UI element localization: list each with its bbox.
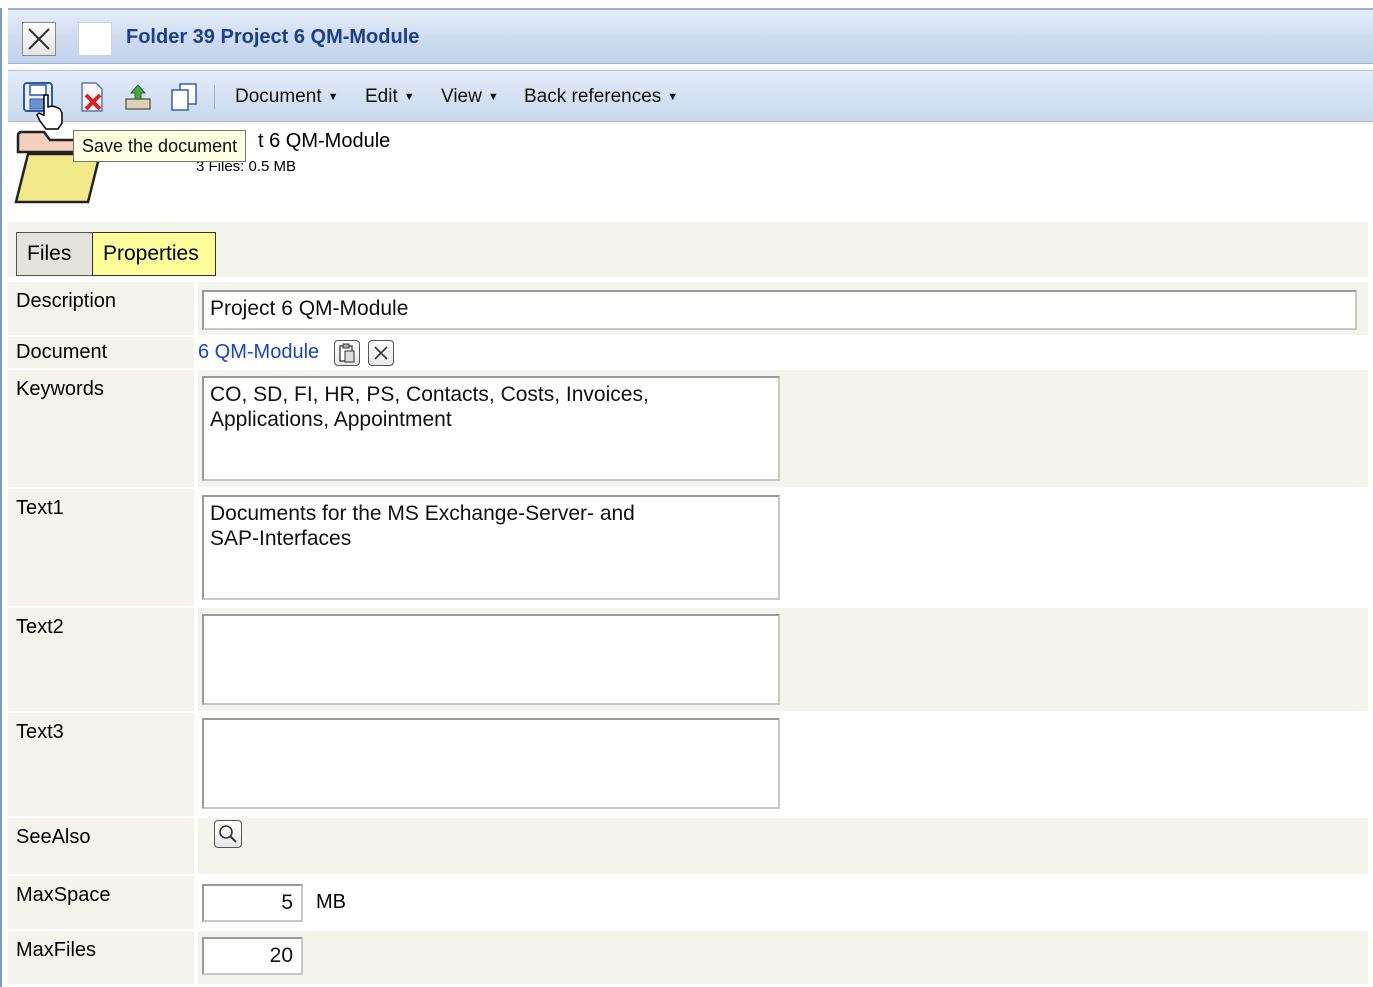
description-label: Description xyxy=(8,282,194,335)
document-link[interactable]: 6 QM-Module xyxy=(198,341,319,364)
toolbar: Document ▼ Edit ▼ View ▼ Back references ▼ xyxy=(8,70,1373,130)
menu-view[interactable]: View ▼ xyxy=(441,86,499,108)
maxfiles-label: MaxFiles xyxy=(8,931,194,984)
document-label: Document xyxy=(8,337,194,368)
text1-textarea[interactable]: Documents for the MS Exchange-Server- an… xyxy=(202,495,780,600)
tab-properties[interactable]: Properties xyxy=(92,232,216,276)
toolbar-separator xyxy=(214,85,215,109)
export-icon xyxy=(125,84,151,110)
hand-cursor-icon xyxy=(36,94,63,130)
document-row: Document 6 QM-Module xyxy=(8,337,1368,368)
text2-textarea[interactable] xyxy=(202,614,780,705)
description-input[interactable]: Project 6 QM-Module xyxy=(202,290,1357,330)
title-bar: Folder 39 Project 6 QM-Module xyxy=(8,8,1373,64)
checkbox[interactable] xyxy=(78,22,112,56)
menu-edit[interactable]: Edit ▼ xyxy=(365,86,415,108)
text1-row: Text1 Documents for the MS Exchange-Serv… xyxy=(8,489,1368,606)
search-icon xyxy=(219,825,237,843)
seealso-row: SeeAlso xyxy=(8,818,1368,874)
maxfiles-input[interactable]: 20 xyxy=(202,937,303,975)
menu-edit-label: Edit xyxy=(365,86,398,107)
text2-row: Text2 xyxy=(8,608,1368,711)
seealso-search-button[interactable] xyxy=(214,820,242,848)
chevron-down-icon: ▼ xyxy=(487,91,499,103)
close-icon xyxy=(374,346,388,360)
clipboard-icon xyxy=(339,343,355,363)
delete-button[interactable] xyxy=(76,81,108,113)
maxspace-row: MaxSpace 5 MB xyxy=(8,876,1368,929)
close-icon xyxy=(28,28,50,50)
text3-textarea[interactable] xyxy=(202,718,780,809)
keywords-textarea[interactable]: CO, SD, FI, HR, PS, Contacts, Costs, Inv… xyxy=(202,376,780,481)
document-remove-button[interactable] xyxy=(368,340,394,366)
chevron-down-icon: ▼ xyxy=(403,91,415,103)
keywords-row: Keywords CO, SD, FI, HR, PS, Contacts, C… xyxy=(8,370,1368,487)
text2-label: Text2 xyxy=(8,608,194,711)
menu-view-label: View xyxy=(441,86,482,107)
seealso-cell xyxy=(198,818,1368,874)
folder-name: t 6 QM-Module xyxy=(258,130,391,152)
export-button[interactable] xyxy=(122,81,154,113)
delete-icon xyxy=(81,82,103,112)
menu-document[interactable]: Document ▼ xyxy=(235,86,339,108)
chevron-down-icon: ▼ xyxy=(667,91,679,103)
text3-label: Text3 xyxy=(8,713,194,816)
save-tooltip: Save the document xyxy=(73,130,247,162)
text3-row: Text3 xyxy=(8,713,1368,816)
menu-document-label: Document xyxy=(235,86,322,107)
window-left-border xyxy=(0,8,2,987)
tab-files[interactable]: Files xyxy=(16,232,96,276)
tab-bar: Files Properties xyxy=(8,222,1368,277)
maxspace-unit: MB xyxy=(316,891,346,913)
maxfiles-cell xyxy=(198,931,1368,984)
chevron-down-icon: ▼ xyxy=(327,91,339,103)
copy-button[interactable] xyxy=(168,81,200,113)
description-row: Description Project 6 QM-Module xyxy=(8,282,1368,335)
maxspace-label: MaxSpace xyxy=(8,876,194,929)
keywords-label: Keywords xyxy=(8,370,194,487)
seealso-label: SeeAlso xyxy=(8,818,194,874)
close-button[interactable] xyxy=(22,22,56,56)
text1-label: Text1 xyxy=(8,489,194,606)
window-title: Folder 39 Project 6 QM-Module xyxy=(126,26,420,48)
menu-back-references-label: Back references xyxy=(524,86,662,107)
document-copy-button[interactable] xyxy=(334,340,360,366)
maxspace-input[interactable]: 5 xyxy=(202,884,303,922)
menu-back-references[interactable]: Back references ▼ xyxy=(524,86,678,108)
copy-icon xyxy=(171,83,197,111)
maxfiles-row: MaxFiles 20 xyxy=(8,931,1368,984)
